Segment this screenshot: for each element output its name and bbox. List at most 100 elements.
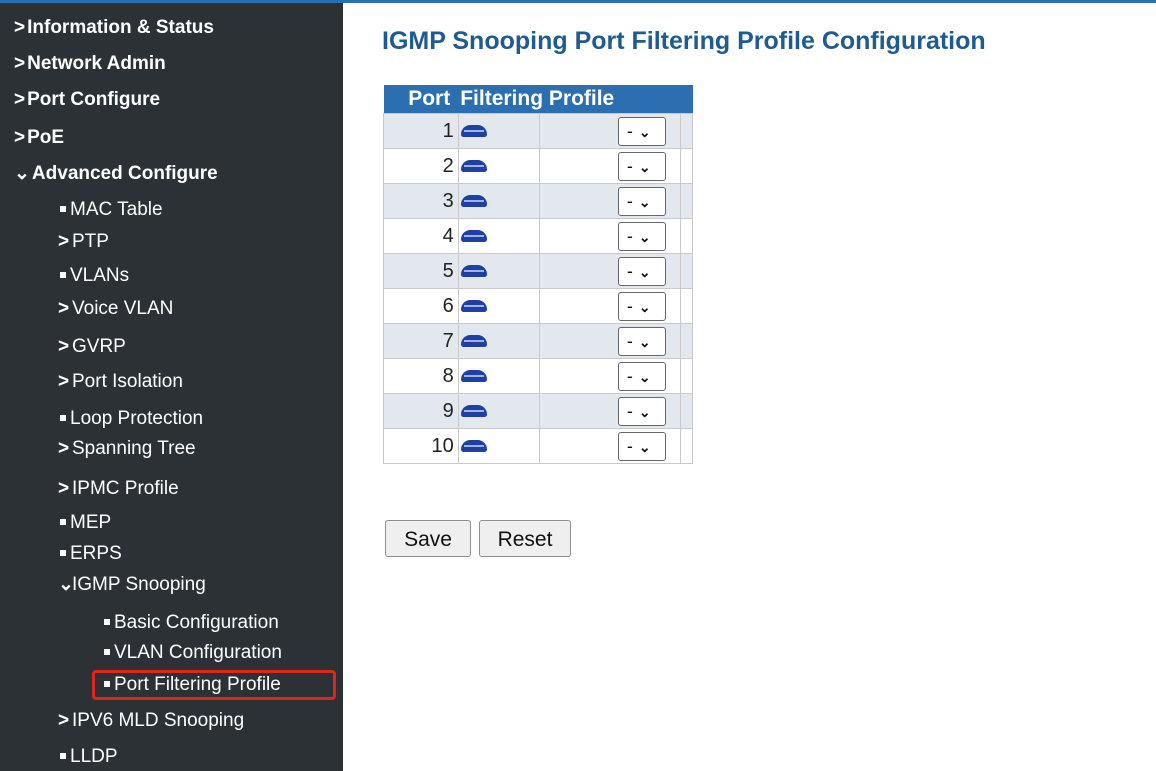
bullet-icon	[60, 206, 66, 212]
table-row: 6 - ⌄	[383, 288, 694, 324]
sidebar-item-ipv6-mld-snooping[interactable]: > IPV6 MLD Snooping	[58, 710, 244, 734]
profile-select-value: -	[626, 330, 633, 351]
sidebar-item-advanced-configure[interactable]: ⌄ Advanced Configure	[14, 163, 218, 187]
sidebar-item-vlan-configuration[interactable]: VLAN Configuration	[104, 642, 282, 666]
port-number: 8	[383, 358, 459, 394]
bullet-icon	[60, 272, 66, 278]
profile-select[interactable]: - ⌄	[617, 151, 666, 181]
view-profile-icon[interactable]	[460, 125, 487, 138]
page-title: IGMP Snooping Port Filtering Profile Con…	[382, 27, 986, 55]
sidebar-item-voice-vlan[interactable]: > Voice VLAN	[58, 298, 173, 322]
port-number: 2	[383, 148, 459, 184]
profile-select[interactable]: - ⌄	[617, 186, 666, 216]
chevron-right-icon: >	[58, 371, 70, 392]
chevron-down-icon: ⌄	[638, 403, 651, 420]
table-header-row: Port Filtering Profile	[383, 85, 693, 114]
profile-select-value: -	[626, 155, 633, 176]
chevron-right-icon: >	[58, 231, 70, 252]
profile-select[interactable]: - ⌄	[617, 221, 666, 251]
sidebar-item-igmp-snooping[interactable]: ⌄IGMP Snooping	[58, 574, 206, 598]
sidebar-item-label: IPMC Profile	[72, 478, 179, 499]
table-row: 8 - ⌄	[383, 358, 694, 394]
profile-select[interactable]: - ⌄	[617, 431, 666, 461]
port-number: 9	[383, 393, 459, 429]
chevron-down-icon: ⌄	[638, 228, 651, 245]
port-number: 1	[383, 113, 459, 149]
bullet-icon	[104, 619, 110, 625]
view-profile-icon[interactable]	[460, 300, 487, 313]
sidebar-item-lldp[interactable]: LLDP	[60, 746, 118, 770]
profile-select[interactable]: - ⌄	[617, 256, 666, 286]
chevron-down-icon: ⌄	[638, 333, 651, 350]
sidebar-item-mac-table[interactable]: MAC Table	[60, 199, 163, 223]
profile-select-value: -	[626, 225, 633, 246]
sidebar-item-label: Basic Configuration	[114, 612, 279, 633]
view-profile-icon[interactable]	[460, 230, 487, 243]
profile-select[interactable]: - ⌄	[617, 326, 666, 356]
table-row: 4 - ⌄	[383, 218, 694, 254]
table-row: 3 - ⌄	[383, 183, 694, 219]
profile-select-value: -	[626, 190, 633, 211]
sidebar-item-loop-protection[interactable]: Loop Protection	[60, 408, 203, 432]
selected-item-highlight	[92, 670, 336, 700]
profile-select[interactable]: - ⌄	[617, 361, 666, 391]
sidebar-item-ipmc-profile[interactable]: > IPMC Profile	[58, 478, 179, 502]
sidebar-item-label: IPV6 MLD Snooping	[72, 710, 245, 731]
view-profile-icon[interactable]	[460, 335, 487, 348]
view-profile-icon[interactable]	[460, 265, 487, 278]
view-profile-icon[interactable]	[460, 160, 487, 173]
save-button[interactable]: Save	[385, 520, 471, 557]
sidebar-item-label: IGMP Snooping	[72, 574, 206, 595]
sidebar-item-label: Port Isolation	[72, 371, 183, 392]
chevron-right-icon: >	[14, 17, 26, 38]
chevron-right-icon: >	[58, 478, 70, 499]
chevron-right-icon: >	[58, 298, 70, 319]
port-number: 4	[383, 218, 459, 254]
profile-select-value: -	[626, 120, 633, 141]
filtering-profile-table: Port Filtering Profile 1 - ⌄ 2 - ⌄ 3 - ⌄ 4 …	[383, 85, 694, 464]
sidebar-item-vlans[interactable]: VLANs	[60, 265, 129, 289]
bullet-icon	[60, 519, 66, 525]
view-profile-icon[interactable]	[460, 195, 487, 208]
profile-select-value: -	[626, 295, 633, 316]
sidebar-item-information-status[interactable]: > Information & Status	[14, 17, 214, 41]
reset-button[interactable]: Reset	[479, 520, 571, 557]
sidebar-item-mep[interactable]: MEP	[60, 512, 111, 536]
chevron-right-icon: >	[58, 438, 70, 459]
sidebar-item-ptp[interactable]: > PTP	[58, 231, 109, 255]
sidebar-item-label: Loop Protection	[70, 408, 204, 429]
chevron-right-icon: >	[14, 53, 26, 74]
chevron-down-icon: ⌄	[638, 193, 651, 210]
sidebar-item-label: Network Admin	[27, 53, 166, 74]
sidebar-item-label: PoE	[27, 127, 65, 148]
profile-select-value: -	[626, 435, 633, 456]
bullet-icon	[104, 649, 110, 655]
sidebar-item-network-admin[interactable]: > Network Admin	[14, 53, 166, 77]
profile-select[interactable]: - ⌄	[617, 116, 666, 146]
chevron-right-icon: >	[14, 127, 26, 148]
chevron-down-icon: ⌄	[638, 298, 651, 315]
sidebar-item-basic-configuration[interactable]: Basic Configuration	[104, 612, 279, 636]
sidebar-item-label: MEP	[70, 512, 112, 533]
view-profile-icon[interactable]	[460, 370, 487, 383]
sidebar-item-spanning-tree[interactable]: > Spanning Tree	[58, 438, 196, 462]
table-row: 9 - ⌄	[383, 393, 694, 429]
sidebar-item-label: Spanning Tree	[72, 438, 196, 459]
sidebar-item-poe[interactable]: > PoE	[14, 127, 64, 151]
profile-select[interactable]: - ⌄	[617, 291, 666, 321]
sidebar-item-label: VLANs	[70, 265, 130, 286]
view-profile-icon[interactable]	[460, 405, 487, 418]
sidebar-item-gvrp[interactable]: > GVRP	[58, 336, 126, 360]
sidebar-item-label: VLAN Configuration	[114, 642, 282, 663]
sidebar-item-port-configure[interactable]: > Port Configure	[14, 89, 160, 113]
bullet-icon	[60, 753, 66, 759]
profile-select-value: -	[626, 400, 633, 421]
chevron-down-icon: ⌄	[14, 163, 30, 184]
profile-select[interactable]: - ⌄	[617, 396, 666, 426]
sidebar-item-port-isolation[interactable]: > Port Isolation	[58, 371, 183, 395]
sidebar-item-erps[interactable]: ERPS	[60, 543, 122, 567]
sidebar-item-label: MAC Table	[70, 199, 163, 220]
view-profile-icon[interactable]	[460, 440, 487, 453]
sidebar-item-label: ERPS	[70, 543, 122, 564]
chevron-down-icon: ⌄	[638, 158, 651, 175]
